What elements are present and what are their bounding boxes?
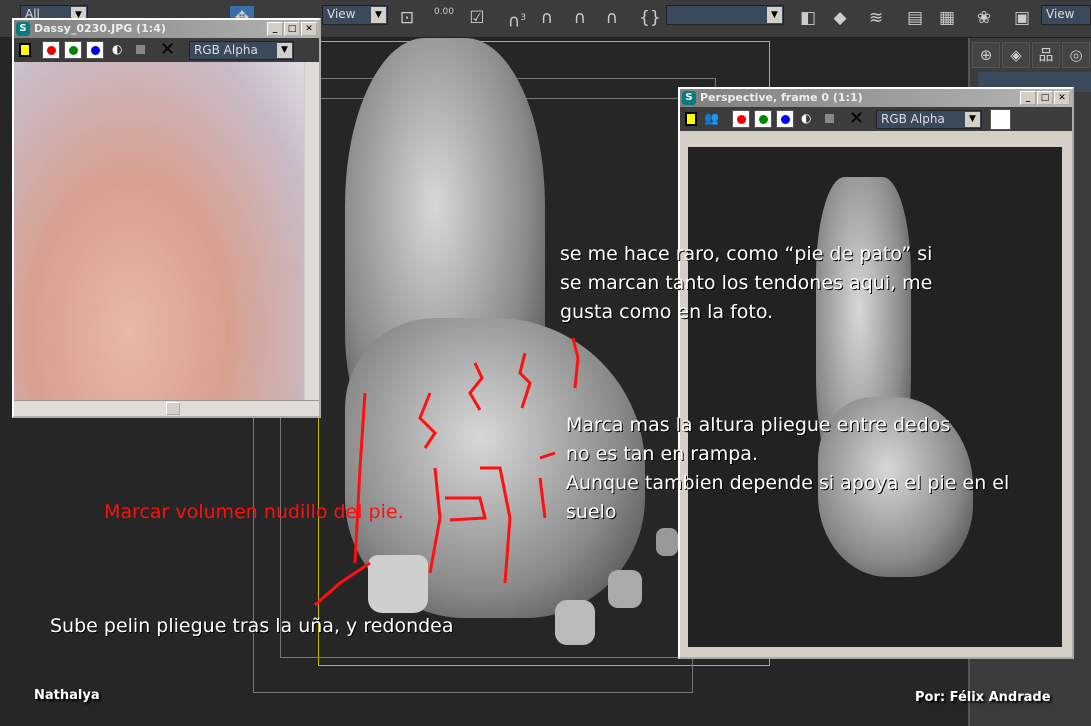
blue-channel-toggle[interactable] [776, 110, 794, 128]
color-swatch[interactable] [990, 109, 1011, 130]
tab-create[interactable]: ⊕ [972, 42, 1000, 68]
channel-value: RGB Alpha [881, 112, 945, 126]
close-button[interactable]: ✕ [301, 22, 317, 36]
vertical-scrollbar[interactable] [305, 62, 319, 400]
rendered-image [688, 147, 1062, 647]
frame-buffer-toolbar: ◐ ✕ RGB Alpha ▼ [14, 38, 319, 62]
tab-hierarchy[interactable]: 品 [1032, 42, 1060, 68]
channel-value: RGB Alpha [194, 43, 258, 57]
save-icon[interactable] [685, 112, 697, 126]
monochrome-icon[interactable] [825, 114, 834, 123]
max-logo-icon: S [16, 22, 30, 36]
annotation-line: gusta como en la foto. [560, 301, 774, 323]
alpha-channel-icon[interactable]: ◐ [112, 42, 122, 56]
align-icon[interactable]: ◆ [828, 6, 852, 30]
window-title-bar[interactable]: S Perspective, frame 0 (1:1) _ □ ✕ [680, 89, 1072, 107]
foot-photo [14, 62, 304, 400]
max-logo-icon: S [682, 91, 696, 105]
tab-modify[interactable]: ◈ [1002, 42, 1030, 68]
alpha-channel-icon[interactable]: ◐ [801, 111, 811, 125]
green-channel-toggle[interactable] [64, 41, 82, 59]
credit-right: Por: Félix Andrade [915, 690, 1051, 705]
chevron-down-icon: ▼ [277, 43, 292, 58]
chevron-down-icon: ▼ [767, 7, 782, 23]
spinner-value: 0.00 [433, 7, 455, 17]
credit-left: Nathalya [34, 688, 100, 703]
annotation-line: suelo [566, 501, 617, 523]
window-title-bar[interactable]: S Dassy_0230.JPG (1:4) _ □ ✕ [14, 20, 319, 38]
schematic-view-icon[interactable]: ▦ [935, 6, 959, 30]
snap-count: 3 [520, 13, 527, 23]
annotation-line: se marcan tanto los tendones aqui, me [560, 272, 933, 294]
named-selection-icon[interactable]: {} [638, 6, 662, 30]
ref-coord-value: View [327, 7, 356, 21]
reference-coordinate-dropdown[interactable]: View ▼ [322, 5, 388, 25]
render-frame-window: S Perspective, frame 0 (1:1) _ □ ✕ 👥 ◐ ✕ RG… [678, 87, 1074, 659]
pivot-icon[interactable]: ⊡ [395, 6, 419, 30]
scroll-thumb[interactable] [166, 402, 180, 415]
render-view-value: View [1046, 7, 1075, 21]
window-title: Perspective, frame 0 (1:1) [700, 91, 863, 104]
percent-snap-icon[interactable]: ∩ [568, 6, 592, 30]
annotation-uña: Sube pelin pliegue tras la uña, y redond… [50, 615, 454, 637]
red-channel-toggle[interactable] [42, 41, 60, 59]
monochrome-icon[interactable] [136, 45, 145, 54]
mirror-icon[interactable]: ◧ [796, 6, 820, 30]
annotation-nudillo: Marcar volumen nudillo del pie. [104, 501, 404, 523]
layers-icon[interactable]: ≋ [864, 6, 888, 30]
annotation-line: Aunque tambien depende si apoya el pie e… [566, 472, 1010, 494]
minimize-button[interactable]: _ [1020, 91, 1036, 105]
render-icon[interactable]: ▣ [1010, 6, 1034, 30]
minimize-button[interactable]: _ [267, 22, 283, 36]
chevron-down-icon: ▼ [371, 7, 386, 23]
maximize-button[interactable]: □ [1037, 91, 1053, 105]
save-icon[interactable] [19, 43, 31, 57]
annotation-pliegue: Marca mas la altura pliegue entre dedos … [566, 411, 1009, 527]
render-view-dropdown[interactable]: View [1041, 5, 1091, 25]
annotation-line: no es tan en rampa. [566, 443, 758, 465]
material-editor-icon[interactable]: ❀ [972, 6, 996, 30]
clear-icon[interactable]: ✕ [849, 108, 864, 129]
spinner-snap-icon[interactable]: 0.00 [432, 6, 456, 30]
frame-buffer-toolbar: 👥 ◐ ✕ RGB Alpha ▼ [680, 107, 1072, 131]
annotation-pie-de-pato: se me hace raro, como “pie de pato” si s… [560, 240, 932, 327]
maximize-button[interactable]: □ [284, 22, 300, 36]
tab-motion[interactable]: ◎ [1062, 42, 1090, 68]
window-title: Dassy_0230.JPG (1:4) [34, 22, 166, 35]
checkbox-icon[interactable]: ☑ [465, 6, 489, 30]
channel-dropdown[interactable]: RGB Alpha ▼ [876, 110, 982, 129]
chevron-down-icon: ▼ [965, 112, 980, 127]
close-button[interactable]: ✕ [1054, 91, 1070, 105]
angle-snap-icon[interactable]: ∩ [535, 6, 559, 30]
photo-reference-window: S Dassy_0230.JPG (1:4) _ □ ✕ ◐ ✕ RGB Alpha ▼ [12, 18, 321, 418]
horizontal-scrollbar[interactable] [14, 400, 319, 416]
annotation-line: Marca mas la altura pliegue entre dedos [566, 414, 951, 436]
snap-magnet-icon[interactable]: ∩3 [505, 6, 529, 32]
clone-window-icon[interactable]: 👥 [704, 111, 719, 125]
curve-editor-icon[interactable]: ▤ [903, 6, 927, 30]
spinner-snap-magnet-icon[interactable]: ∩ [600, 6, 624, 30]
named-selection-dropdown[interactable]: ▼ [666, 5, 784, 25]
red-channel-toggle[interactable] [732, 110, 750, 128]
blue-channel-toggle[interactable] [86, 41, 104, 59]
channel-dropdown[interactable]: RGB Alpha ▼ [189, 41, 294, 60]
green-channel-toggle[interactable] [754, 110, 772, 128]
annotation-line: se me hace raro, como “pie de pato” si [560, 243, 933, 265]
clear-icon[interactable]: ✕ [160, 39, 175, 60]
